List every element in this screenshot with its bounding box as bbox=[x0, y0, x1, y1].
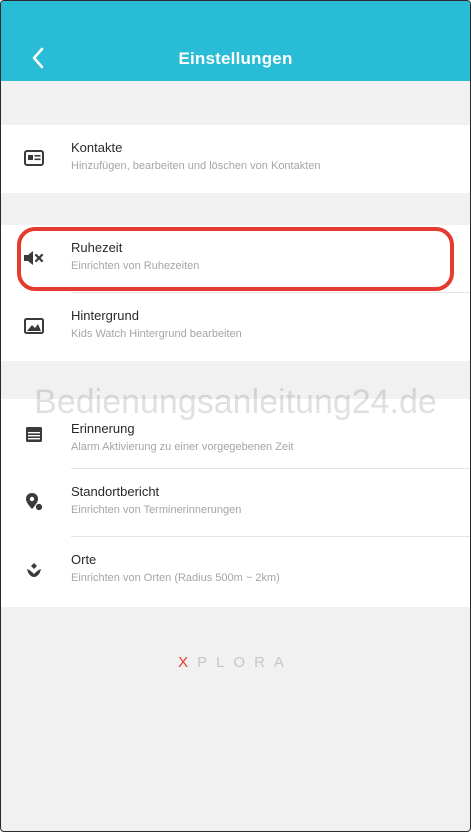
location-report-icon bbox=[23, 491, 45, 513]
settings-item-kontakte[interactable]: Kontakte Hinzufügen, bearbeiten und lösc… bbox=[1, 125, 470, 193]
item-title: Ruhezeit bbox=[71, 240, 123, 255]
calendar-icon bbox=[23, 423, 45, 445]
item-subtitle: Einrichten von Ruhezeiten bbox=[71, 260, 200, 272]
item-title: Kontakte bbox=[71, 140, 123, 155]
item-title: Erinnerung bbox=[71, 421, 135, 436]
item-title: Standortbericht bbox=[71, 484, 160, 499]
page-title: Einstellungen bbox=[178, 49, 293, 68]
app-screen: Einstellungen Kontakte Hinzufügen, bearb… bbox=[0, 0, 471, 832]
item-title: Orte bbox=[71, 552, 97, 567]
speaker-mute-icon bbox=[23, 247, 45, 269]
watermark: Bedienungsanleitung24.de bbox=[34, 383, 437, 421]
settings-group-contacts: Kontakte Hinzufügen, bearbeiten und lösc… bbox=[1, 125, 470, 193]
item-subtitle: Einrichten von Orten (Radius 500m ~ 2km) bbox=[71, 572, 280, 584]
item-subtitle: Hinzufügen, bearbeiten und löschen von K… bbox=[71, 160, 321, 172]
settings-group-display: Ruhezeit Einrichten von Ruhezeiten Hinte… bbox=[1, 225, 470, 361]
settings-item-orte[interactable]: Orte Einrichten von Orten (Radius 500m ~… bbox=[1, 537, 470, 607]
item-subtitle: Kids Watch Hintergrund bearbeiten bbox=[71, 328, 242, 340]
brand-logo-rest: PLORA bbox=[197, 654, 293, 671]
settings-item-ruhezeit[interactable]: Ruhezeit Einrichten von Ruhezeiten bbox=[1, 225, 470, 293]
item-subtitle: Einrichten von Terminerinnerungen bbox=[71, 504, 242, 516]
settings-group-reminders: Erinnerung Alarm Aktivierung zu einer vo… bbox=[1, 399, 470, 607]
item-subtitle: Alarm Aktivierung zu einer vorgegebenen … bbox=[71, 441, 294, 453]
settings-item-hintergrund[interactable]: Hintergrund Kids Watch Hintergrund bearb… bbox=[1, 293, 470, 361]
brand-logo-x: X bbox=[178, 654, 198, 671]
places-icon bbox=[23, 559, 45, 581]
header-bar: Einstellungen bbox=[1, 1, 470, 81]
item-title: Hintergrund bbox=[71, 308, 139, 323]
settings-item-standortbericht[interactable]: Standortbericht Einrichten von Termineri… bbox=[1, 469, 470, 537]
brand-logo: XPLORA bbox=[1, 654, 470, 671]
contact-card-icon bbox=[23, 147, 45, 169]
image-icon bbox=[23, 315, 45, 337]
